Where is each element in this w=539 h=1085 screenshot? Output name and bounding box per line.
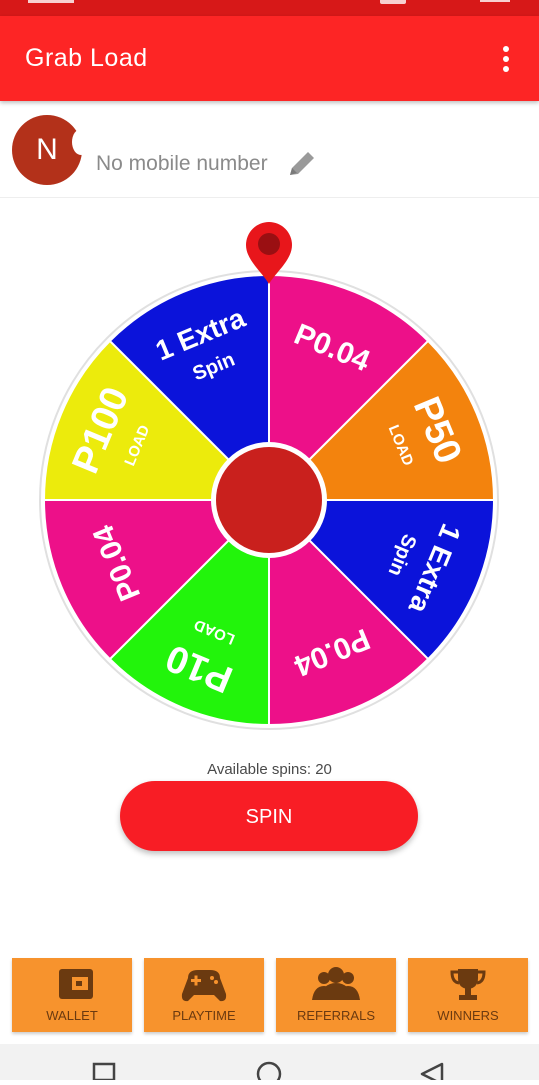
back-icon[interactable]: [420, 1062, 444, 1085]
gamepad-icon: [181, 970, 227, 1002]
nav-playtime-label: PLAYTIME: [172, 1008, 236, 1023]
bottom-nav: WALLET PLAYTIME REFERRALS WINNERS: [0, 958, 539, 1034]
nav-referrals[interactable]: REFERRALS: [276, 958, 396, 1032]
nav-playtime[interactable]: PLAYTIME: [144, 958, 264, 1032]
available-spins-text: Available spins: 20: [207, 761, 332, 778]
group-icon: [312, 967, 360, 1000]
recents-icon[interactable]: [92, 1062, 116, 1082]
system-nav-bar: [0, 1044, 539, 1085]
wallet-icon: [59, 969, 93, 999]
home-icon[interactable]: [256, 1061, 282, 1085]
nav-winners-label: WINNERS: [437, 1008, 499, 1023]
nav-referrals-label: REFERRALS: [296, 1008, 376, 1023]
prize-wheel[interactable]: P0.04P50LOAD1 ExtraSpinP0.04P10LOADP0.04…: [0, 0, 539, 760]
spin-button[interactable]: SPIN: [120, 781, 418, 851]
trophy-icon: [450, 969, 486, 1000]
wheel-hub[interactable]: [216, 447, 322, 553]
nav-wallet[interactable]: WALLET: [12, 958, 132, 1032]
nav-wallet-label: WALLET: [46, 1008, 98, 1023]
nav-winners[interactable]: WINNERS: [408, 958, 528, 1032]
